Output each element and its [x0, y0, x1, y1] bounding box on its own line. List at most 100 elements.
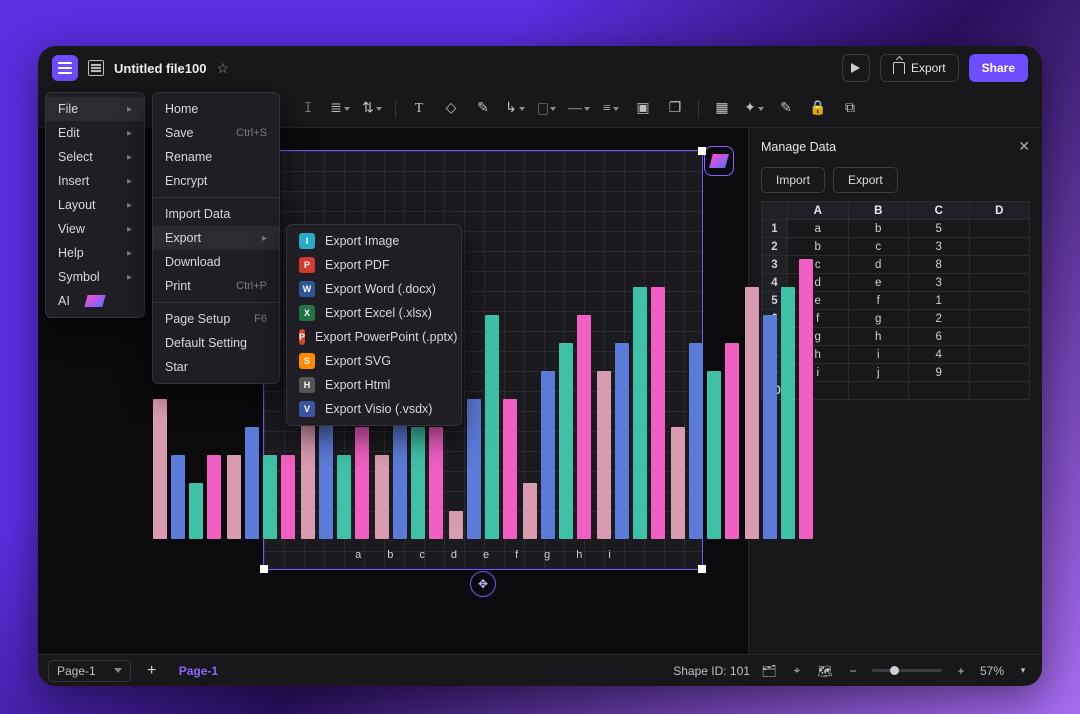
add-page-button[interactable]: +	[141, 660, 163, 682]
table-cell[interactable]	[969, 310, 1030, 328]
move-handle[interactable]: ✥	[470, 571, 496, 597]
fill-swatch[interactable]	[538, 100, 556, 118]
table-cell[interactable]	[848, 382, 909, 400]
edit-button[interactable]: ✎	[777, 100, 795, 118]
table-cell[interactable]: 2	[909, 310, 970, 328]
zoom-out-button[interactable]: −	[844, 664, 862, 678]
layers-icon[interactable]: 🗂	[760, 664, 778, 678]
table-cell[interactable]: 6	[909, 328, 970, 346]
file-menu-item[interactable]: Export▸	[153, 226, 279, 250]
connector-tool-button[interactable]: ↳	[506, 100, 524, 118]
file-menu-item[interactable]: Home	[153, 97, 279, 121]
table-cell[interactable]: d	[848, 256, 909, 274]
table-cell[interactable]: c	[848, 238, 909, 256]
table-row[interactable]: 1ab5	[762, 220, 1030, 238]
export-button[interactable]: Export	[880, 54, 959, 82]
table-cell[interactable]: e	[848, 274, 909, 292]
main-menu-item[interactable]: File▸	[46, 97, 144, 121]
table-cell[interactable]: h	[848, 328, 909, 346]
file-menu-item[interactable]: Import Data	[153, 202, 279, 226]
close-panel-button[interactable]: ✕	[1018, 138, 1030, 155]
table-cell[interactable]: 8	[909, 256, 970, 274]
table-cell[interactable]: i	[848, 346, 909, 364]
file-menu-item[interactable]: Star	[153, 355, 279, 379]
shape-tool-button[interactable]: ◇	[442, 100, 460, 118]
star-icon[interactable]: ☆	[216, 60, 229, 77]
pen-tool-button[interactable]: ✎	[474, 100, 492, 118]
table-cell[interactable]	[909, 382, 970, 400]
image-button[interactable]: ▦	[713, 100, 731, 118]
main-menu-item[interactable]: Select▸	[46, 145, 144, 169]
resize-handle-tr[interactable]	[698, 147, 706, 155]
main-menu-item[interactable]: View▸	[46, 217, 144, 241]
table-cell[interactable]	[969, 256, 1030, 274]
zoom-slider[interactable]	[872, 669, 942, 672]
effects-button[interactable]: ✦	[745, 100, 763, 118]
export-menu-item[interactable]: WExport Word (.docx)	[287, 277, 461, 301]
table-cell[interactable]: a	[788, 220, 849, 238]
main-menu-item[interactable]: Insert▸	[46, 169, 144, 193]
table-cell[interactable]	[969, 346, 1030, 364]
table-row[interactable]: 2bc3	[762, 238, 1030, 256]
list-button[interactable]: ≡	[602, 100, 620, 118]
table-cell[interactable]	[969, 238, 1030, 256]
focus-icon[interactable]: ⌖	[788, 663, 806, 678]
zoom-dropdown-icon[interactable]: ▾	[1014, 665, 1032, 676]
copy-button[interactable]: ⧉	[841, 100, 859, 118]
resize-handle-bl[interactable]	[260, 565, 268, 573]
panel-import-button[interactable]: Import	[761, 167, 825, 193]
hamburger-menu-button[interactable]	[52, 55, 78, 81]
page-tab[interactable]: Page-1	[173, 664, 224, 678]
table-cell[interactable]: 2	[762, 238, 788, 256]
export-menu-item[interactable]: XExport Excel (.xlsx)	[287, 301, 461, 325]
line-style-button[interactable]: —	[570, 100, 588, 118]
file-menu-item[interactable]: Rename	[153, 145, 279, 169]
play-button[interactable]	[842, 54, 870, 82]
main-menu-item[interactable]: Symbol▸	[46, 265, 144, 289]
export-menu-item[interactable]: HExport Html	[287, 373, 461, 397]
align-button[interactable]: ≣	[331, 100, 349, 118]
resize-handle-br[interactable]	[698, 565, 706, 573]
table-header[interactable]: B	[848, 202, 909, 220]
table-cell[interactable]: 9	[909, 364, 970, 382]
table-cell[interactable]: 3	[909, 274, 970, 292]
main-menu-item[interactable]: Edit▸	[46, 121, 144, 145]
file-menu-item[interactable]: Default Setting	[153, 331, 279, 355]
lock-button[interactable]: 🔒	[809, 100, 827, 118]
layers-button[interactable]: ❐	[666, 100, 684, 118]
table-cell[interactable]	[969, 364, 1030, 382]
file-menu-item[interactable]: Encrypt	[153, 169, 279, 193]
table-header[interactable]: A	[788, 202, 849, 220]
table-cell[interactable]: 3	[909, 238, 970, 256]
file-menu-item[interactable]: Download	[153, 250, 279, 274]
export-menu-item[interactable]: PExport PDF	[287, 253, 461, 277]
table-header[interactable]	[762, 202, 788, 220]
table-cell[interactable]: b	[848, 220, 909, 238]
table-cell[interactable]	[969, 220, 1030, 238]
export-menu-item[interactable]: VExport Visio (.vsdx)	[287, 397, 461, 421]
group-button[interactable]: ▣	[634, 100, 652, 118]
export-menu-item[interactable]: IExport Image	[287, 229, 461, 253]
table-cell[interactable]	[969, 274, 1030, 292]
file-menu-item[interactable]: Page SetupF6	[153, 307, 279, 331]
table-cell[interactable]: 5	[909, 220, 970, 238]
table-header[interactable]: C	[909, 202, 970, 220]
table-cell[interactable]: b	[788, 238, 849, 256]
map-icon[interactable]: 🗺	[816, 664, 834, 678]
share-button[interactable]: Share	[969, 54, 1028, 82]
line-spacing-button[interactable]: ⇅	[363, 100, 381, 118]
table-cell[interactable]: g	[848, 310, 909, 328]
table-cell[interactable]	[969, 382, 1030, 400]
main-menu-item[interactable]: Help▸	[46, 241, 144, 265]
table-cell[interactable]: 1	[762, 220, 788, 238]
zoom-in-button[interactable]: +	[952, 664, 970, 678]
font-size-button[interactable]: 𝙸	[299, 100, 317, 118]
document-title[interactable]: Untitled file100	[114, 61, 206, 76]
panel-export-button[interactable]: Export	[833, 167, 898, 193]
table-cell[interactable]	[969, 328, 1030, 346]
main-menu-item[interactable]: AI	[46, 289, 144, 313]
file-menu-item[interactable]: SaveCtrl+S	[153, 121, 279, 145]
table-cell[interactable]: j	[848, 364, 909, 382]
page-select[interactable]: Page-1	[48, 660, 131, 682]
ai-assist-badge[interactable]	[704, 146, 734, 176]
